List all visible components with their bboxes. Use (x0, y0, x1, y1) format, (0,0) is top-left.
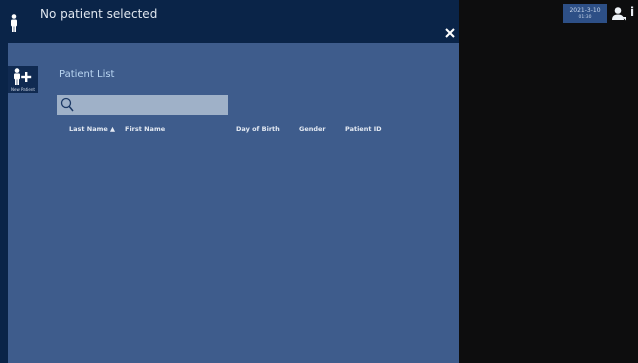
patient-list-title: Patient List (59, 69, 115, 80)
search-input[interactable] (77, 97, 223, 112)
person-icon (11, 14, 17, 32)
search-icon (60, 97, 74, 112)
column-header-gender[interactable]: Gender (299, 125, 326, 133)
column-header-day-of-birth[interactable]: Day of Birth (236, 125, 280, 133)
patient-header: No patient selected (0, 0, 459, 43)
header-title: No patient selected (40, 7, 158, 21)
left-edge-strip (0, 0, 8, 363)
app-screen: No patient selected New Patient Patient … (0, 0, 638, 363)
patient-list-panel (8, 43, 459, 363)
time-text: 01:30 (578, 15, 592, 20)
add-person-icon (14, 68, 32, 85)
close-icon[interactable] (444, 27, 456, 39)
user-settings-icon[interactable] (611, 6, 627, 22)
column-header-first-name[interactable]: First Name (125, 125, 165, 133)
new-patient-button[interactable]: New Patient (8, 66, 38, 93)
search-box[interactable] (57, 95, 228, 115)
date-time-display: 2021-3-10 01:30 (563, 4, 607, 23)
column-header-patient-id[interactable]: Patient ID (345, 125, 382, 133)
new-patient-label: New Patient (11, 87, 35, 92)
column-header-last-name[interactable]: Last Name ▲ (69, 125, 115, 133)
info-icon[interactable]: i (630, 5, 634, 19)
date-text: 2021-3-10 (569, 7, 601, 14)
